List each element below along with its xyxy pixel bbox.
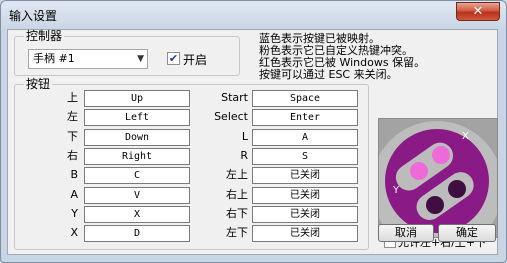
info-line-4: 按键可以通过 ESC 来关闭。 (259, 68, 398, 81)
left-key-field[interactable]: Left (84, 109, 190, 127)
left-key-label: 上 (67, 91, 78, 104)
left-key-label: 下 (67, 129, 78, 143)
right-key-field[interactable]: 已关闭 (252, 225, 358, 243)
preview-x-label: X (462, 131, 469, 142)
dialog-client-area: 控制器 手柄 #1 ▼ ✔ 开启 蓝色表示按键已被映射。 粉色表示它已自定义热键… (7, 29, 498, 255)
window-title: 输入设置 (9, 9, 58, 23)
right-key-label: Start (221, 91, 248, 104)
right-key-label: R (240, 148, 248, 162)
right-key-field[interactable]: Space (252, 90, 358, 107)
right-key-field[interactable]: S (252, 147, 358, 165)
ok-button[interactable]: 确定 (438, 224, 496, 242)
right-key-label: 右下 (226, 206, 248, 220)
preview-y-label: Y (392, 185, 400, 196)
left-key-field[interactable]: D (84, 225, 190, 243)
right-key-label: 左上 (226, 168, 248, 182)
left-key-field[interactable]: V (84, 186, 190, 204)
chevron-down-icon: ▼ (137, 54, 144, 64)
left-key-label: 右 (67, 148, 78, 162)
right-key-field[interactable]: 已关闭 (252, 205, 358, 223)
left-key-label: A (70, 187, 78, 201)
left-key-label: X (70, 226, 78, 240)
controller-select[interactable]: 手柄 #1 ▼ (28, 49, 148, 69)
close-button[interactable]: ✕ (456, 2, 500, 21)
controller-select-value: 手柄 #1 (33, 52, 75, 65)
gamepad-image: X Y (379, 119, 497, 237)
right-key-field[interactable]: 已关闭 (252, 167, 358, 185)
right-key-label: 右上 (226, 187, 248, 201)
left-key-field[interactable]: Down (84, 128, 190, 146)
right-key-field[interactable]: A (252, 128, 358, 146)
left-key-field[interactable]: X (84, 205, 190, 223)
right-key-label: 左下 (226, 226, 248, 240)
cancel-button[interactable]: 取消 (378, 224, 434, 242)
left-key-label: Y (71, 206, 78, 220)
right-key-label: L (241, 129, 248, 143)
enable-checkbox[interactable]: ✔ (167, 52, 180, 65)
input-settings-window: 输入设置 ✕ 控制器 手柄 #1 ▼ ✔ 开启 蓝色表示按键已被映射。 粉色表示… (0, 0, 507, 263)
gamepad-preview: X Y (378, 118, 498, 238)
right-key-field[interactable]: Enter (252, 109, 358, 127)
checkmark-icon: ✔ (168, 52, 179, 65)
controller-group-label: 控制器 (24, 29, 65, 43)
left-key-field[interactable]: C (84, 167, 190, 185)
left-key-field[interactable]: Up (84, 90, 190, 107)
enable-checkbox-label: 开启 (183, 53, 208, 67)
right-key-field[interactable]: 已关闭 (252, 186, 358, 204)
left-key-label: 左 (67, 110, 78, 124)
left-key-field[interactable]: Right (84, 147, 190, 165)
left-key-label: B (70, 168, 78, 182)
title-bar: 输入设置 ✕ (1, 1, 506, 29)
right-key-label: Select (214, 110, 248, 124)
